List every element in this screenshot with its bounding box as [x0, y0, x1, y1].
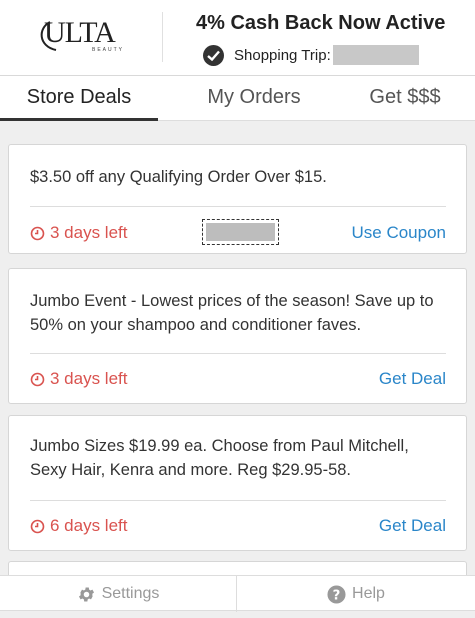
deal-expiry-text: 3 days left	[50, 369, 128, 388]
clock-icon	[30, 372, 45, 386]
divider	[30, 500, 446, 501]
ulta-logo: ULTA BEAUTY	[36, 14, 128, 54]
tab-bar: Store Deals My Orders Get $$$	[0, 76, 475, 121]
shopping-trip-label: Shopping Trip:	[234, 46, 331, 64]
deal-description: Jumbo Sizes $19.99 ea. Choose from Paul …	[30, 437, 409, 479]
deal-card: Jumbo Event - Lowest prices of the seaso…	[8, 268, 467, 404]
deal-expiry: 3 days left	[30, 223, 128, 243]
tab-store-deals[interactable]: Store Deals	[0, 76, 158, 121]
svg-text:?: ?	[333, 588, 341, 603]
deal-expiry: 6 days left	[30, 516, 128, 536]
header-divider	[162, 12, 163, 62]
divider	[30, 353, 446, 354]
deal-description: $3.50 off any Qualifying Order Over $15.	[30, 168, 327, 186]
settings-label: Settings	[101, 585, 160, 602]
help-button[interactable]: ? Help	[237, 576, 475, 612]
deal-expiry-text: 3 days left	[50, 223, 128, 242]
use-coupon-link[interactable]: Use Coupon	[351, 223, 446, 243]
shopping-trip-id-redacted	[332, 45, 419, 65]
deal-card: Jumbo Sizes $19.99 ea. Choose from Paul …	[8, 415, 467, 551]
logo-text: ULTA	[44, 16, 116, 49]
get-deal-link[interactable]: Get Deal	[379, 369, 446, 389]
deal-expiry: 3 days left	[30, 369, 128, 389]
deal-description: Jumbo Event - Lowest prices of the seaso…	[30, 292, 434, 334]
deal-card: $3.50 off any Qualifying Order Over $15.…	[8, 144, 467, 254]
check-icon	[203, 44, 224, 66]
tab-get-cash[interactable]: Get $$$	[340, 76, 470, 121]
deal-expiry-text: 6 days left	[50, 516, 128, 535]
help-label: Help	[352, 585, 385, 602]
get-deal-link[interactable]: Get Deal	[379, 516, 446, 536]
clock-icon	[30, 519, 45, 533]
gear-icon	[78, 587, 94, 601]
footer: Settings ? Help	[0, 575, 475, 612]
header: ULTA BEAUTY 4% Cash Back Now Active Shop…	[0, 0, 475, 76]
logo-subtext: BEAUTY	[92, 47, 125, 53]
divider	[30, 206, 446, 207]
shopping-trip: Shopping Trip:	[203, 44, 419, 66]
coupon-code-redacted[interactable]	[202, 219, 279, 245]
settings-button[interactable]: Settings	[0, 576, 237, 612]
tab-my-orders[interactable]: My Orders	[175, 76, 333, 121]
clock-icon	[30, 226, 45, 240]
cashback-status: 4% Cash Back Now Active	[196, 12, 446, 34]
help-icon: ?	[327, 584, 346, 604]
